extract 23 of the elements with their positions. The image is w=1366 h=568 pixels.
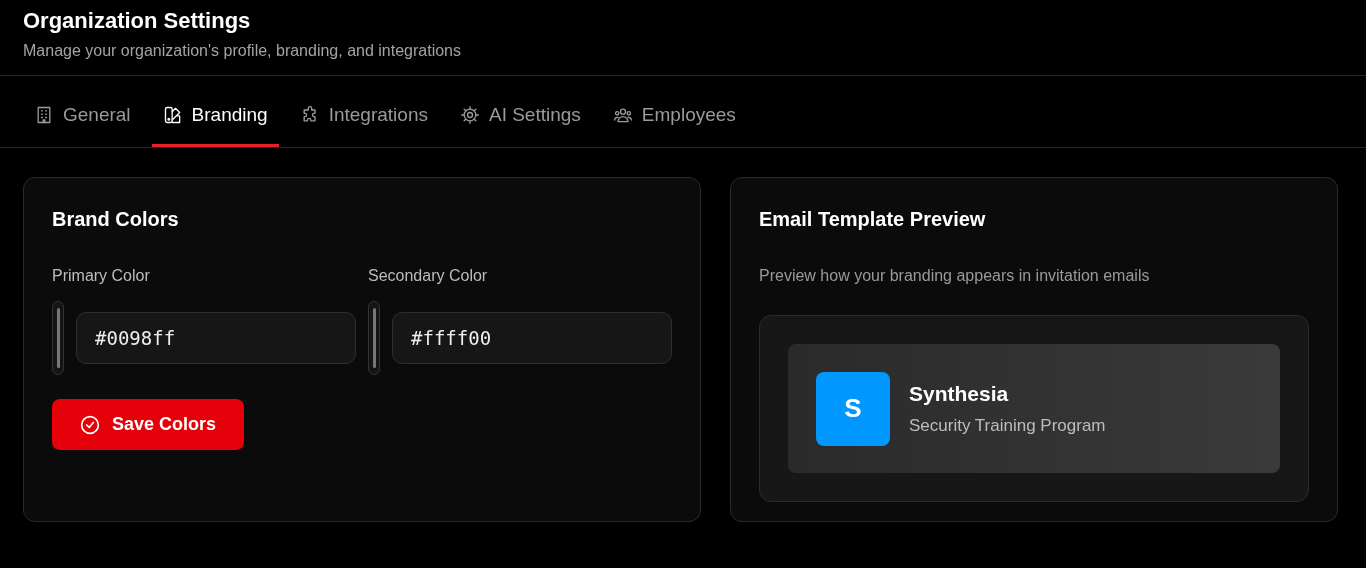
card-title: Brand Colors xyxy=(52,208,180,231)
input-field[interactable]: #0098ff xyxy=(76,312,356,364)
tab[interactable]: Branding xyxy=(151,83,279,147)
palette-icon xyxy=(162,105,183,125)
logo-tile: S xyxy=(816,371,890,446)
gear-icon xyxy=(459,105,480,125)
company-name: Synthesia xyxy=(909,381,1010,406)
page-title: Organization Settings xyxy=(23,8,252,34)
input-field[interactable]: #ffff00 xyxy=(392,312,672,364)
field-label: Primary Color xyxy=(52,267,150,284)
company-tagline: Security Training Program xyxy=(909,415,1106,436)
check-circle-icon xyxy=(80,414,100,435)
tab[interactable]: AI Settings xyxy=(448,83,592,147)
page-subtitle: Manage your organization's profile, branding, and integrations xyxy=(23,42,462,60)
tab[interactable]: Employees xyxy=(601,83,747,147)
tab[interactable]: General xyxy=(23,83,142,147)
field-label: Secondary Color xyxy=(368,267,488,284)
card-title: Email Template Preview xyxy=(759,208,987,231)
color-picker[interactable] xyxy=(52,301,64,375)
card-description: Preview how your branding appears in invitation emails xyxy=(759,267,1151,285)
tab[interactable]: Integrations xyxy=(288,83,439,147)
save-button[interactable]: Save Colors xyxy=(52,399,245,450)
color-picker[interactable] xyxy=(368,301,380,375)
